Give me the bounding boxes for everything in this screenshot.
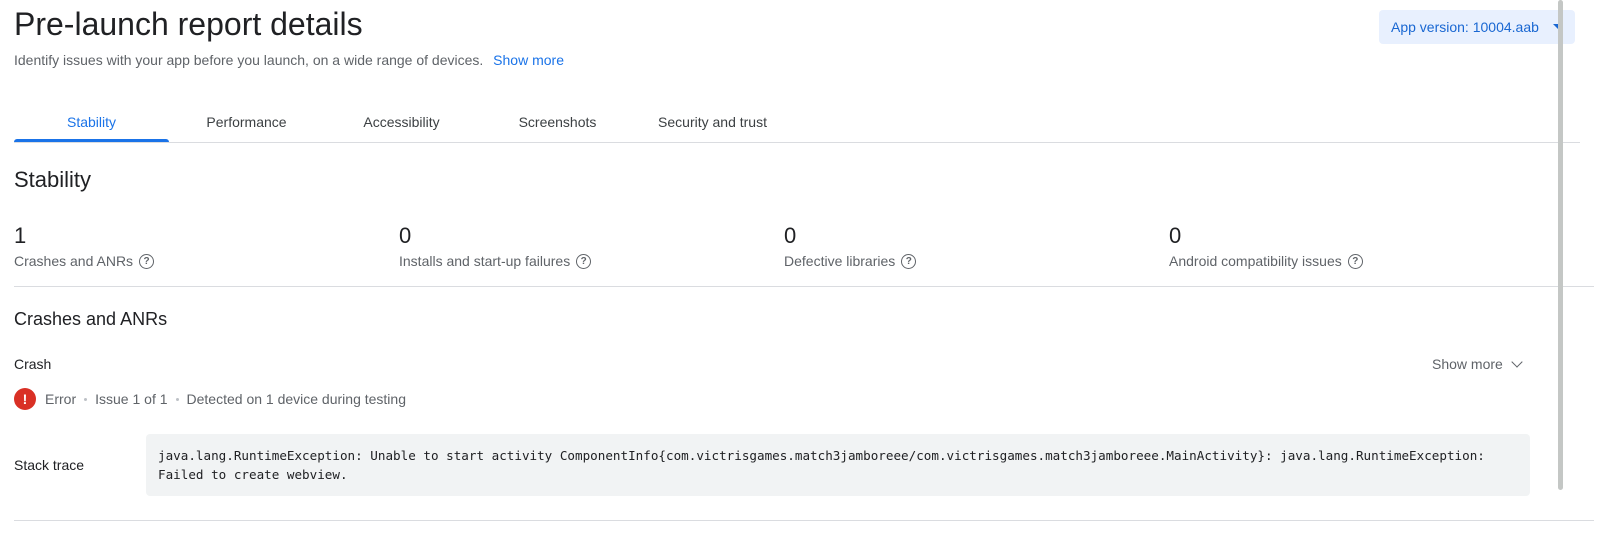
- metric-value: 0: [784, 223, 797, 248]
- metric-label: Android compatibility issues ?: [1169, 252, 1549, 270]
- tab-label: Security and trust: [658, 114, 767, 130]
- tab-label: Performance: [206, 114, 287, 130]
- stack-trace-label: Stack trace: [14, 457, 85, 473]
- help-circle-icon[interactable]: ?: [901, 253, 917, 269]
- divider: [14, 286, 1594, 287]
- show-more-link[interactable]: Show more: [493, 52, 564, 68]
- error-icon: !: [14, 388, 36, 410]
- tab-screenshots[interactable]: Screenshots: [480, 104, 635, 141]
- metric-label-text: Installs and start-up failures: [399, 253, 571, 269]
- metric-label-text: Android compatibility issues: [1169, 253, 1342, 269]
- active-tab-indicator: [14, 139, 169, 142]
- help-circle-icon[interactable]: ?: [1347, 253, 1363, 269]
- metric-label: Crashes and ANRs ?: [14, 252, 394, 270]
- chevron-down-icon: [1511, 356, 1523, 368]
- separator-dot: [175, 397, 179, 401]
- tab-bar: Stability Performance Accessibility Scre…: [14, 104, 1580, 143]
- metric-label-text: Crashes and ANRs: [14, 253, 134, 269]
- metric-label-text: Defective libraries: [784, 253, 896, 269]
- help-circle-icon[interactable]: ?: [139, 253, 155, 269]
- metric-defective-libraries: 0 Defective libraries ?: [784, 222, 1164, 270]
- metric-android-compatibility: 0 Android compatibility issues ?: [1169, 222, 1549, 270]
- metric-label: Defective libraries ?: [784, 252, 1164, 270]
- stack-trace-box: java.lang.RuntimeException: Unable to st…: [146, 434, 1530, 496]
- tab-label: Accessibility: [363, 114, 440, 130]
- page-subtitle: Identify issues with your app before you…: [14, 51, 564, 69]
- show-more-button[interactable]: Show more: [1432, 355, 1523, 373]
- issue-count: Issue 1 of 1: [95, 391, 168, 407]
- detected-text: Detected on 1 device during testing: [186, 391, 406, 407]
- tab-label: Screenshots: [518, 114, 597, 130]
- metric-label: Installs and start-up failures ?: [399, 252, 779, 270]
- crash-type-label: Crash: [14, 356, 52, 372]
- issue-summary: ! Error Issue 1 of 1 Detected on 1 devic…: [14, 388, 406, 410]
- app-version-label: App version: 10004.aab: [1391, 19, 1539, 35]
- tab-security-and-trust[interactable]: Security and trust: [635, 104, 790, 141]
- metric-value: 0: [399, 223, 412, 248]
- divider: [14, 520, 1594, 521]
- metric-installs-startup-failures: 0 Installs and start-up failures ?: [399, 222, 779, 270]
- metric-value: 0: [1169, 223, 1182, 248]
- tab-label: Stability: [66, 114, 117, 130]
- page-title: Pre-launch report details: [14, 6, 363, 42]
- crashes-heading: Crashes and ANRs: [14, 309, 168, 329]
- subtitle-text: Identify issues with your app before you…: [14, 52, 484, 68]
- stability-heading: Stability: [14, 167, 92, 192]
- metric-crashes-and-anrs: 1 Crashes and ANRs ?: [14, 222, 394, 270]
- app-version-dropdown[interactable]: App version: 10004.aab: [1379, 10, 1575, 44]
- tab-accessibility[interactable]: Accessibility: [324, 104, 479, 141]
- severity-label: Error: [45, 391, 77, 407]
- tab-stability[interactable]: Stability: [14, 104, 169, 142]
- show-more-label: Show more: [1432, 356, 1503, 372]
- metric-value: 1: [14, 223, 27, 248]
- separator-dot: [84, 397, 88, 401]
- help-circle-icon[interactable]: ?: [576, 253, 592, 269]
- vertical-scrollbar[interactable]: [1558, 0, 1563, 490]
- tab-performance[interactable]: Performance: [169, 104, 324, 141]
